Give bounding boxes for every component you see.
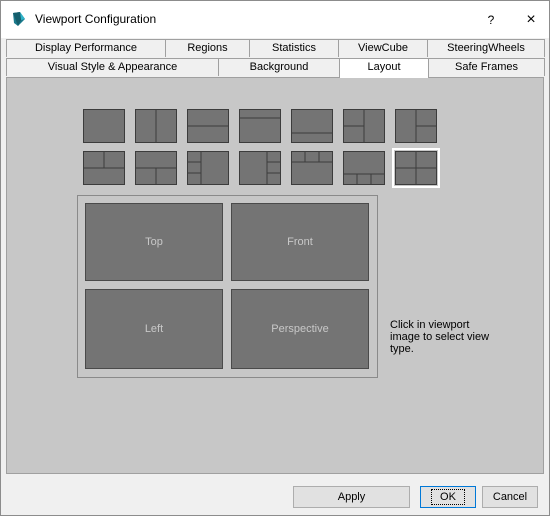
viewport-label: Front	[287, 236, 313, 248]
layout-preset-three-row-bottom[interactable]	[343, 151, 385, 185]
tab-layout[interactable]: Layout	[339, 58, 429, 78]
tab-steeringwheels[interactable]: SteeringWheels	[427, 39, 545, 57]
window-title: Viewport Configuration	[35, 12, 157, 26]
layout-preview: Top Front Left Perspective	[77, 195, 378, 378]
layout-preset-three-row-top[interactable]	[291, 151, 333, 185]
viewport-top-right[interactable]: Front	[231, 203, 369, 281]
viewport-label: Top	[145, 236, 163, 248]
ok-button-label: OK	[431, 489, 465, 505]
layout-preset-three-top-split[interactable]	[83, 151, 125, 185]
viewport-configuration-dialog: Viewport Configuration ? × Display Perfo…	[0, 0, 550, 516]
tab-display-performance[interactable]: Display Performance	[6, 39, 166, 57]
layout-preset-small-bottom[interactable]	[291, 109, 333, 143]
layout-preset-three-right-split[interactable]	[395, 109, 437, 143]
layout-preset-three-bottom-split[interactable]	[135, 151, 177, 185]
title-bar: Viewport Configuration ? ×	[1, 1, 549, 38]
tab-regions[interactable]: Regions	[165, 39, 250, 57]
viewport-label: Perspective	[271, 323, 329, 335]
tab-statistics[interactable]: Statistics	[249, 39, 339, 57]
layout-preset-three-left-split[interactable]	[343, 109, 385, 143]
tab-safe-frames[interactable]: Safe Frames	[428, 58, 545, 76]
viewport-top-left[interactable]: Top	[85, 203, 223, 281]
layout-preset-three-stack-right[interactable]	[239, 151, 281, 185]
viewport-bottom-right[interactable]: Perspective	[231, 289, 369, 369]
tab-background[interactable]: Background	[218, 58, 340, 76]
tab-viewcube[interactable]: ViewCube	[338, 39, 428, 57]
help-button[interactable]: ?	[479, 8, 503, 32]
viewport-label: Left	[144, 323, 164, 335]
close-button[interactable]: ×	[519, 8, 543, 32]
layout-preset-two-horizontal[interactable]	[187, 109, 229, 143]
layout-preset-four-quad[interactable]	[392, 148, 440, 188]
layout-preset-three-stack-left[interactable]	[187, 151, 229, 185]
layout-preset-two-vertical[interactable]	[135, 109, 177, 143]
3dsmax-app-icon	[11, 11, 27, 27]
cancel-button[interactable]: Cancel	[482, 486, 538, 508]
viewport-bottom-left[interactable]: Left	[85, 289, 223, 369]
layout-preset-small-top[interactable]	[239, 109, 281, 143]
apply-button[interactable]: Apply	[293, 486, 410, 508]
tab-visual-style-appearance[interactable]: Visual Style & Appearance	[6, 58, 219, 76]
ok-button[interactable]: OK	[420, 486, 476, 508]
hint-text: Click in viewport image to select view t…	[390, 319, 490, 355]
layout-preset-single[interactable]	[83, 109, 125, 143]
